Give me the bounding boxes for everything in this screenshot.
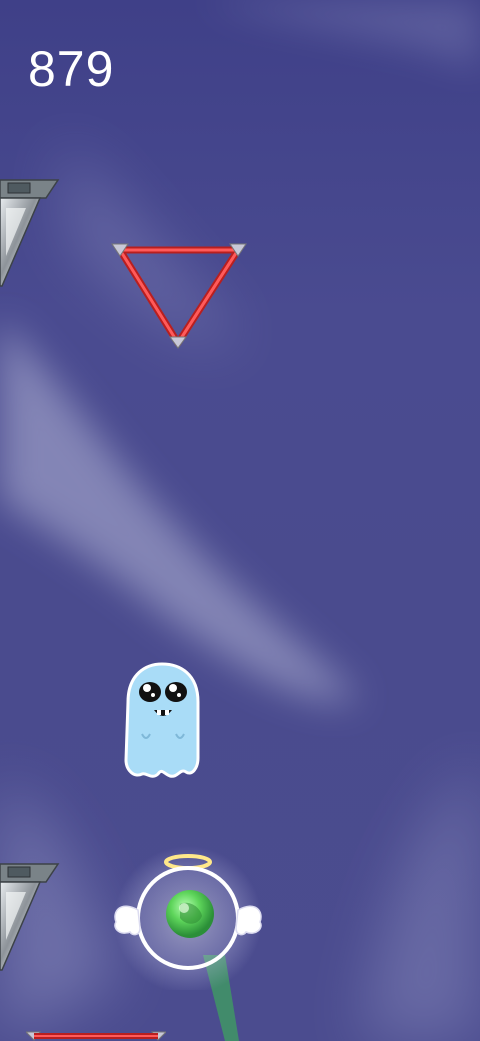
metal-spike-wall-bottom-icon xyxy=(0,863,60,971)
score-counter: 879 xyxy=(28,41,115,97)
ghost-player-icon[interactable] xyxy=(120,660,204,784)
angel-orb-powerup-icon[interactable] xyxy=(108,840,268,990)
laser-triangle-icon xyxy=(111,243,247,349)
metal-spike-wall-top-icon xyxy=(0,179,60,287)
laser-bar-bottom-icon xyxy=(26,1031,166,1041)
cloud-wisp-right xyxy=(360,760,480,1041)
cloud-wisp-main xyxy=(0,320,360,702)
cloud-wisp-top xyxy=(200,0,480,70)
